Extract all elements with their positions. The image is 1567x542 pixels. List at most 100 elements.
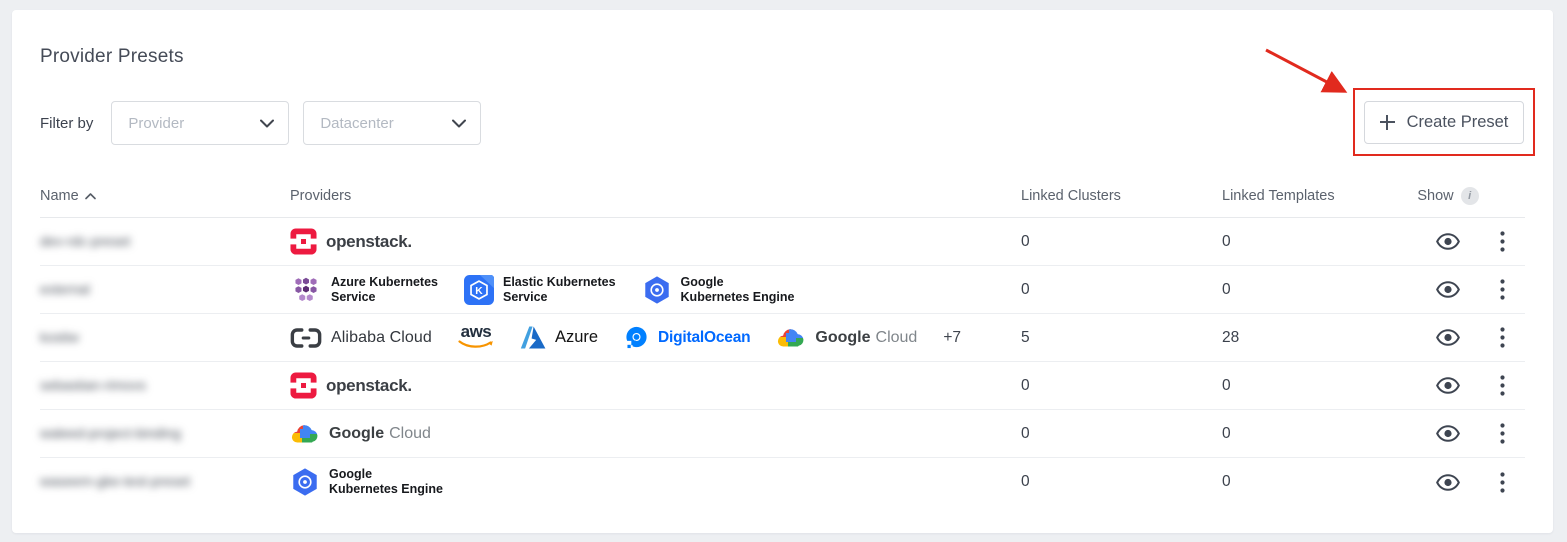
filter-by-label: Filter by [40, 115, 93, 132]
show-preset-button[interactable] [1430, 323, 1466, 352]
providers-cell: openstack. [290, 228, 1021, 255]
row-menu-button[interactable] [1494, 417, 1511, 450]
eye-icon [1436, 329, 1460, 346]
linked-clusters-value: 0 [1021, 377, 1222, 395]
providers-cell: GoogleCloud [290, 422, 1021, 446]
google-kubernetes-engine-icon [642, 275, 672, 305]
kebab-menu-icon [1500, 375, 1505, 396]
preset-name: sebastian-rimovs [40, 377, 146, 393]
table-row: external Azure KubernetesService K [40, 266, 1525, 314]
row-menu-button[interactable] [1494, 369, 1511, 402]
kebab-menu-icon [1500, 279, 1505, 300]
show-preset-button[interactable] [1430, 371, 1466, 400]
linked-templates-value: 0 [1222, 233, 1417, 251]
chevron-down-icon [452, 119, 466, 128]
column-header-linked-templates: Linked Templates [1222, 188, 1417, 215]
kebab-menu-icon [1500, 327, 1505, 348]
aws-icon: aws [458, 325, 494, 349]
annotation-box: Create Preset [1353, 88, 1535, 156]
show-preset-button[interactable] [1430, 275, 1466, 304]
openstack-icon [290, 372, 317, 399]
table-header: Name Providers Linked Clusters Linked Te… [40, 185, 1525, 218]
provider-alibaba-cloud: Alibaba Cloud [290, 327, 432, 349]
row-menu-button[interactable] [1494, 321, 1511, 354]
linked-clusters-value: 0 [1021, 233, 1222, 251]
providers-cell: Azure KubernetesService K Elastic Kubern… [290, 275, 1021, 305]
openstack-icon [290, 228, 317, 255]
preset-name: waseem-gke-test-preset [40, 473, 190, 489]
provider-google-kubernetes-engine: GoogleKubernetes Engine [290, 467, 443, 497]
elastic-kubernetes-service-icon: K [464, 275, 494, 305]
google-cloud-icon [290, 422, 320, 446]
show-preset-button[interactable] [1430, 468, 1466, 497]
provider-digitalocean: DigitalOcean [624, 325, 750, 350]
provider-google-cloud: GoogleCloud [290, 422, 431, 446]
google-cloud-icon [776, 326, 806, 350]
provider-google-cloud: GoogleCloud [776, 326, 917, 350]
azure-icon [520, 325, 546, 350]
column-header-linked-clusters: Linked Clusters [1021, 188, 1222, 215]
create-preset-label: Create Preset [1407, 113, 1509, 132]
google-kubernetes-engine-icon [290, 467, 320, 497]
table-row: dev-rdc-preset openstack. 0 0 [40, 218, 1525, 266]
eye-icon [1436, 281, 1460, 298]
datacenter-filter-placeholder: Datacenter [320, 115, 393, 132]
show-preset-button[interactable] [1430, 227, 1466, 256]
table-body: dev-rdc-preset openstack. 0 0 [40, 218, 1525, 506]
preset-name: external [40, 281, 90, 297]
alibaba-cloud-icon [290, 327, 322, 349]
linked-templates-value: 0 [1222, 281, 1417, 299]
provider-presets-card: Provider Presets Filter by Provider Data… [12, 10, 1553, 533]
eye-icon [1436, 425, 1460, 442]
azure-kubernetes-service-icon [290, 275, 322, 305]
eye-icon [1436, 377, 1460, 394]
kebab-menu-icon [1500, 231, 1505, 252]
preset-name: waleed-project-binding [40, 425, 181, 441]
provider-google-kubernetes-engine: GoogleKubernetes Engine [642, 275, 795, 305]
column-header-providers: Providers [290, 188, 1021, 215]
provider-overflow-count[interactable]: +7 [943, 329, 961, 347]
create-preset-button[interactable]: Create Preset [1364, 101, 1524, 144]
kebab-menu-icon [1500, 423, 1505, 444]
datacenter-filter-dropdown[interactable]: Datacenter [303, 101, 481, 145]
preset-name: dev-rdc-preset [40, 233, 130, 249]
table-row: waseem-gke-test-preset GoogleKubernetes … [40, 458, 1525, 506]
linked-clusters-value: 0 [1021, 473, 1222, 491]
provider-filter-placeholder: Provider [128, 115, 184, 132]
linked-templates-value: 0 [1222, 377, 1417, 395]
provider-filter-dropdown[interactable]: Provider [111, 101, 289, 145]
provider-azure-kubernetes-service: Azure KubernetesService [290, 275, 438, 305]
provider-openstack: openstack. [290, 372, 412, 399]
provider-elastic-kubernetes-service: K Elastic KubernetesService [464, 275, 616, 305]
info-icon[interactable]: i [1461, 187, 1479, 205]
providers-cell: openstack. [290, 372, 1021, 399]
show-preset-button[interactable] [1430, 419, 1466, 448]
row-menu-button[interactable] [1494, 466, 1511, 499]
linked-clusters-value: 5 [1021, 329, 1222, 347]
preset-name: kostiw [40, 329, 79, 345]
table-row: sebastian-rimovs openstack. 0 0 [40, 362, 1525, 410]
eye-icon [1436, 233, 1460, 250]
table-row: waleed-project-binding GoogleCloud 0 0 [40, 410, 1525, 458]
providers-cell: GoogleKubernetes Engine [290, 467, 1021, 497]
provider-azure: Azure [520, 325, 598, 350]
page-title: Provider Presets [40, 46, 1525, 68]
provider-openstack: openstack. [290, 228, 412, 255]
row-menu-button[interactable] [1494, 225, 1511, 258]
column-header-show: Show i [1417, 187, 1479, 216]
presets-table: Name Providers Linked Clusters Linked Te… [40, 185, 1525, 506]
plus-icon [1380, 115, 1395, 130]
linked-templates-value: 0 [1222, 473, 1417, 491]
kebab-menu-icon [1500, 472, 1505, 493]
row-menu-button[interactable] [1494, 273, 1511, 306]
eye-icon [1436, 474, 1460, 491]
linked-clusters-value: 0 [1021, 281, 1222, 299]
column-header-name[interactable]: Name [40, 188, 290, 215]
filter-bar: Filter by Provider Datacenter [40, 101, 1525, 145]
table-row: kostiw Alibaba Cloud aws Azur [40, 314, 1525, 362]
linked-templates-value: 0 [1222, 425, 1417, 443]
chevron-down-icon [260, 119, 274, 128]
linked-templates-value: 28 [1222, 329, 1417, 347]
svg-text:K: K [475, 285, 483, 296]
linked-clusters-value: 0 [1021, 425, 1222, 443]
